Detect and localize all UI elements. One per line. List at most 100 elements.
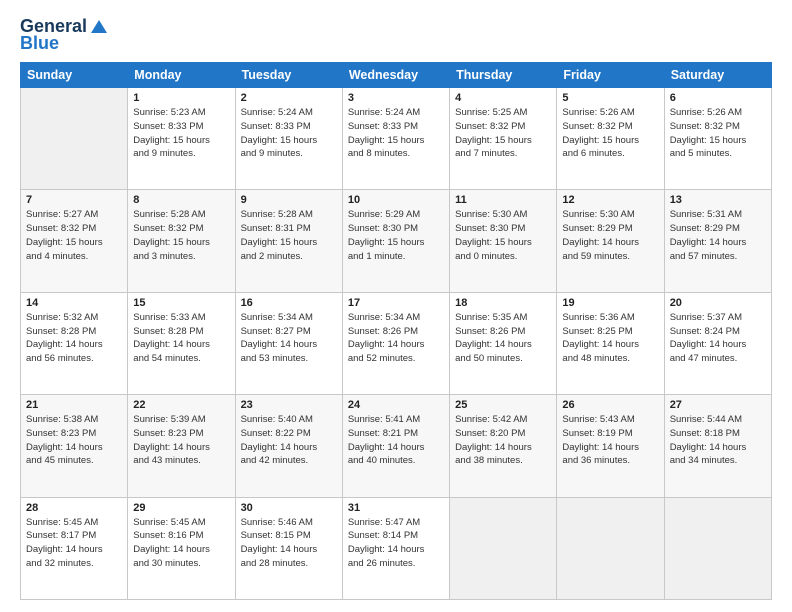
logo: General Blue — [20, 16, 111, 54]
day-number: 6 — [670, 92, 766, 104]
page: General Blue SundayMondayTuesdayWednesda… — [0, 0, 792, 612]
day-number: 27 — [670, 399, 766, 411]
day-number: 12 — [562, 194, 658, 206]
day-info: Sunrise: 5:34 AMSunset: 8:27 PMDaylight:… — [241, 311, 337, 366]
day-number: 13 — [670, 194, 766, 206]
day-number: 4 — [455, 92, 551, 104]
day-info: Sunrise: 5:35 AMSunset: 8:26 PMDaylight:… — [455, 311, 551, 366]
calendar-day-cell: 28Sunrise: 5:45 AMSunset: 8:17 PMDayligh… — [21, 497, 128, 599]
calendar-day-cell: 1 Sunrise: 5:23 AMSunset: 8:33 PMDaylight… — [128, 88, 235, 190]
day-number: 28 — [26, 502, 122, 514]
calendar-header-monday: Monday — [128, 63, 235, 88]
day-number: 8 — [133, 194, 229, 206]
day-info: Sunrise: 5:41 AMSunset: 8:21 PMDaylight:… — [348, 413, 444, 468]
day-info: Sunrise: 5:47 AMSunset: 8:14 PMDaylight:… — [348, 516, 444, 571]
day-number: 17 — [348, 297, 444, 309]
day-info: Sunrise: 5:30 AMSunset: 8:29 PMDaylight:… — [562, 208, 658, 263]
day-info: Sunrise: 5:31 AMSunset: 8:29 PMDaylight:… — [670, 208, 766, 263]
day-info: Sunrise: 5:43 AMSunset: 8:19 PMDaylight:… — [562, 413, 658, 468]
day-number: 29 — [133, 502, 229, 514]
day-number: 20 — [670, 297, 766, 309]
day-info: Sunrise: 5:25 AMSunset: 8:32 PMDaylight:… — [455, 106, 551, 161]
day-info: Sunrise: 5:40 AMSunset: 8:22 PMDaylight:… — [241, 413, 337, 468]
day-number: 16 — [241, 297, 337, 309]
day-info: Sunrise: 5:26 AMSunset: 8:32 PMDaylight:… — [562, 106, 658, 161]
calendar-day-cell: 15Sunrise: 5:33 AMSunset: 8:28 PMDayligh… — [128, 292, 235, 394]
day-number: 22 — [133, 399, 229, 411]
calendar-header-saturday: Saturday — [664, 63, 771, 88]
day-number: 21 — [26, 399, 122, 411]
day-number: 30 — [241, 502, 337, 514]
calendar-day-cell: 31 Sunrise: 5:47 AMSunset: 8:14 PMDayligh… — [342, 497, 449, 599]
day-number: 24 — [348, 399, 444, 411]
calendar-week-row: 14 Sunrise: 5:32 AMSunset: 8:28 PMDayligh… — [21, 292, 772, 394]
calendar-day-cell: 7 Sunrise: 5:27 AMSunset: 8:32 PMDaylight… — [21, 190, 128, 292]
calendar-day-cell: 12 Sunrise: 5:30 AMSunset: 8:29 PMDayligh… — [557, 190, 664, 292]
day-number: 3 — [348, 92, 444, 104]
logo-icon — [89, 17, 109, 37]
calendar-day-cell: 9 Sunrise: 5:28 AMSunset: 8:31 PMDaylight… — [235, 190, 342, 292]
day-info: Sunrise: 5:32 AMSunset: 8:28 PMDaylight:… — [26, 311, 122, 366]
day-number: 11 — [455, 194, 551, 206]
calendar-day-cell — [450, 497, 557, 599]
day-info: Sunrise: 5:36 AMSunset: 8:25 PMDaylight:… — [562, 311, 658, 366]
calendar-day-cell: 3 Sunrise: 5:24 AMSunset: 8:33 PMDaylight… — [342, 88, 449, 190]
day-number: 7 — [26, 194, 122, 206]
day-info: Sunrise: 5:38 AMSunset: 8:23 PMDaylight:… — [26, 413, 122, 468]
day-info: Sunrise: 5:23 AMSunset: 8:33 PMDaylight:… — [133, 106, 229, 161]
day-info: Sunrise: 5:29 AMSunset: 8:30 PMDaylight:… — [348, 208, 444, 263]
day-info: Sunrise: 5:28 AMSunset: 8:31 PMDaylight:… — [241, 208, 337, 263]
day-info: Sunrise: 5:34 AMSunset: 8:26 PMDaylight:… — [348, 311, 444, 366]
day-info: Sunrise: 5:27 AMSunset: 8:32 PMDaylight:… — [26, 208, 122, 263]
calendar-day-cell: 25 Sunrise: 5:42 AMSunset: 8:20 PMDayligh… — [450, 395, 557, 497]
header: General Blue — [20, 16, 772, 54]
calendar-day-cell: 4 Sunrise: 5:25 AMSunset: 8:32 PMDaylight… — [450, 88, 557, 190]
calendar-header-row: SundayMondayTuesdayWednesdayThursdayFrid… — [21, 63, 772, 88]
calendar-day-cell: 26 Sunrise: 5:43 AMSunset: 8:19 PMDayligh… — [557, 395, 664, 497]
day-info: Sunrise: 5:39 AMSunset: 8:23 PMDaylight:… — [133, 413, 229, 468]
day-number: 9 — [241, 194, 337, 206]
day-info: Sunrise: 5:42 AMSunset: 8:20 PMDaylight:… — [455, 413, 551, 468]
calendar-week-row: 28Sunrise: 5:45 AMSunset: 8:17 PMDayligh… — [21, 497, 772, 599]
calendar-day-cell: 24 Sunrise: 5:41 AMSunset: 8:21 PMDayligh… — [342, 395, 449, 497]
day-info: Sunrise: 5:28 AMSunset: 8:32 PMDaylight:… — [133, 208, 229, 263]
calendar-day-cell: 21 Sunrise: 5:38 AMSunset: 8:23 PMDayligh… — [21, 395, 128, 497]
calendar-day-cell — [21, 88, 128, 190]
day-info: Sunrise: 5:24 AMSunset: 8:33 PMDaylight:… — [241, 106, 337, 161]
calendar-day-cell — [664, 497, 771, 599]
day-number: 10 — [348, 194, 444, 206]
day-info: Sunrise: 5:37 AMSunset: 8:24 PMDaylight:… — [670, 311, 766, 366]
calendar-table: SundayMondayTuesdayWednesdayThursdayFrid… — [20, 62, 772, 600]
day-info: Sunrise: 5:46 AMSunset: 8:15 PMDaylight:… — [241, 516, 337, 571]
calendar-day-cell: 8 Sunrise: 5:28 AMSunset: 8:32 PMDaylight… — [128, 190, 235, 292]
calendar-day-cell: 17 Sunrise: 5:34 AMSunset: 8:26 PMDayligh… — [342, 292, 449, 394]
day-number: 19 — [562, 297, 658, 309]
calendar-day-cell: 16 Sunrise: 5:34 AMSunset: 8:27 PMDayligh… — [235, 292, 342, 394]
day-info: Sunrise: 5:24 AMSunset: 8:33 PMDaylight:… — [348, 106, 444, 161]
day-number: 14 — [26, 297, 122, 309]
day-info: Sunrise: 5:30 AMSunset: 8:30 PMDaylight:… — [455, 208, 551, 263]
day-info: Sunrise: 5:45 AMSunset: 8:16 PMDaylight:… — [133, 516, 229, 571]
calendar-week-row: 7 Sunrise: 5:27 AMSunset: 8:32 PMDaylight… — [21, 190, 772, 292]
calendar-day-cell — [557, 497, 664, 599]
calendar-day-cell: 10 Sunrise: 5:29 AMSunset: 8:30 PMDayligh… — [342, 190, 449, 292]
calendar-day-cell: 2Sunrise: 5:24 AMSunset: 8:33 PMDaylight… — [235, 88, 342, 190]
calendar-day-cell: 22 Sunrise: 5:39 AMSunset: 8:23 PMDayligh… — [128, 395, 235, 497]
calendar-day-cell: 6 Sunrise: 5:26 AMSunset: 8:32 PMDaylight… — [664, 88, 771, 190]
day-number: 23 — [241, 399, 337, 411]
calendar-header-sunday: Sunday — [21, 63, 128, 88]
day-info: Sunrise: 5:44 AMSunset: 8:18 PMDaylight:… — [670, 413, 766, 468]
day-number: 31 — [348, 502, 444, 514]
day-number: 26 — [562, 399, 658, 411]
calendar-header-friday: Friday — [557, 63, 664, 88]
calendar-day-cell: 14 Sunrise: 5:32 AMSunset: 8:28 PMDayligh… — [21, 292, 128, 394]
day-number: 1 — [133, 92, 229, 104]
calendar-header-tuesday: Tuesday — [235, 63, 342, 88]
calendar-day-cell: 29 Sunrise: 5:45 AMSunset: 8:16 PMDayligh… — [128, 497, 235, 599]
calendar-day-cell: 5Sunrise: 5:26 AMSunset: 8:32 PMDaylight… — [557, 88, 664, 190]
day-number: 25 — [455, 399, 551, 411]
day-info: Sunrise: 5:26 AMSunset: 8:32 PMDaylight:… — [670, 106, 766, 161]
day-number: 18 — [455, 297, 551, 309]
calendar-day-cell: 27 Sunrise: 5:44 AMSunset: 8:18 PMDayligh… — [664, 395, 771, 497]
day-number: 15 — [133, 297, 229, 309]
